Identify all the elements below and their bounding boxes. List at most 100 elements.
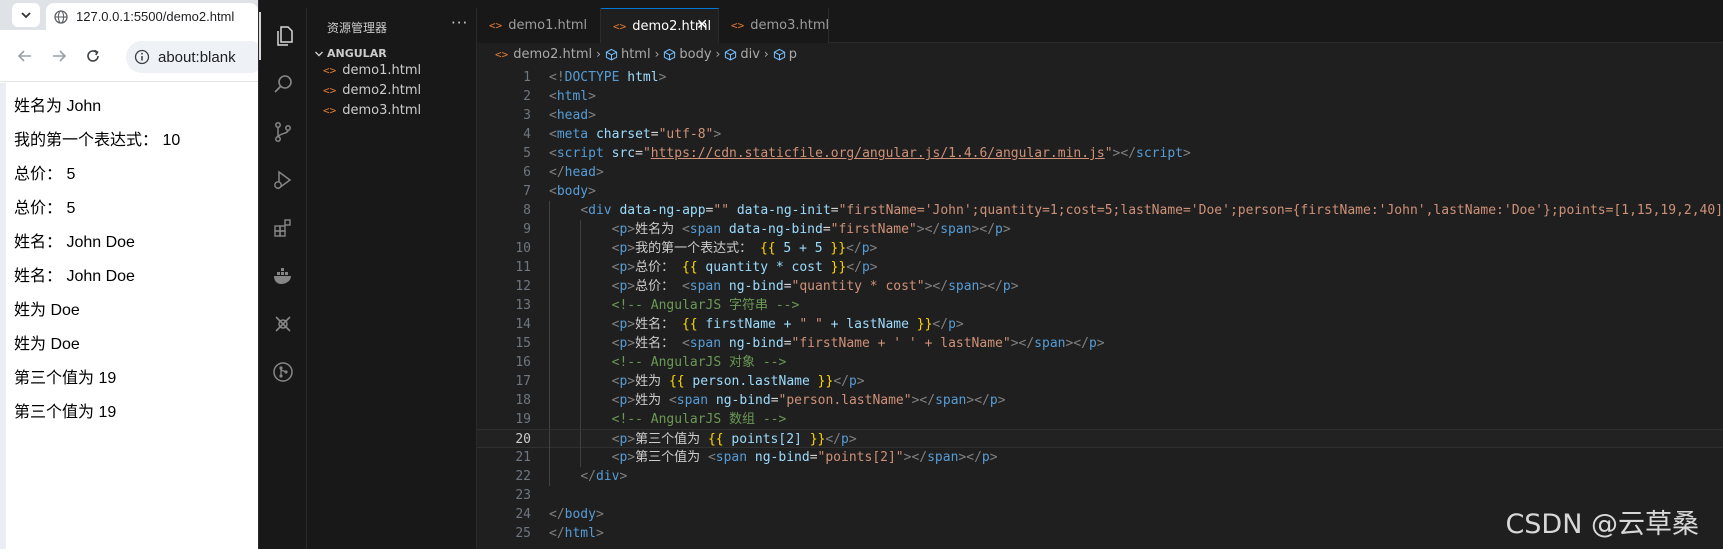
output-line: 姓为 Doe bbox=[14, 302, 80, 319]
close-icon[interactable]: ✕ bbox=[696, 17, 708, 33]
code-line[interactable]: 6 </head> bbox=[477, 163, 1723, 182]
code-token: span bbox=[1034, 336, 1066, 351]
code-line[interactable]: 14 <p>姓名： {{ firstName + " " + lastName }… bbox=[477, 315, 1723, 334]
line-number: 20 bbox=[515, 432, 531, 447]
tab-demo1[interactable]: <> demo1.html bbox=[477, 8, 601, 43]
code-line[interactable]: 8 <div data-ng-app="" data-ng-init="first… bbox=[477, 201, 1723, 220]
code-token: < bbox=[549, 184, 557, 199]
code-token: charset bbox=[595, 127, 651, 142]
code-line[interactable]: 20 <p>第三个值为 {{ points[2] }}</p> bbox=[477, 429, 1723, 449]
code-token: head bbox=[556, 108, 589, 123]
code-text: <!-- AngularJS 数组 --> bbox=[612, 410, 787, 429]
indent-guide bbox=[549, 391, 550, 410]
code-token: {{ bbox=[681, 317, 698, 332]
tools-icon bbox=[275, 316, 291, 332]
browser-tab-demo2[interactable]: 127.0.0.1:5500/demo2.html bbox=[46, 3, 258, 30]
chevron-right-icon: › bbox=[596, 47, 601, 61]
source-control-button[interactable] bbox=[259, 108, 307, 156]
code-line[interactable]: 9 <p>姓名为 <span data-ng-bind="firstName"><… bbox=[477, 220, 1723, 239]
breadcrumb-p[interactable]: p bbox=[773, 47, 797, 62]
code-line[interactable]: 19 <!-- AngularJS 数组 --> bbox=[477, 410, 1723, 429]
code-token: = bbox=[809, 450, 818, 465]
code-line[interactable]: 10 <p>我的第一个表达式： {{ 5 + 5 }}</p> bbox=[477, 239, 1723, 258]
cube-icon bbox=[664, 48, 676, 60]
code-line[interactable]: 17 <p>姓为 {{ person.lastName }}</p> bbox=[477, 372, 1723, 391]
forward-button[interactable] bbox=[46, 43, 72, 69]
code-line[interactable]: 22 </div> bbox=[477, 467, 1723, 486]
tab-demo3[interactable]: <> demo3.html bbox=[719, 8, 829, 43]
code-token: > bbox=[627, 279, 636, 294]
indent-guide bbox=[549, 410, 550, 429]
code-line[interactable]: 4 <meta charset="utf-8"> bbox=[477, 125, 1723, 144]
code-text: <!-- AngularJS 字符串 --> bbox=[612, 296, 800, 315]
tab-demo2[interactable]: <> demo2.html ✕ bbox=[601, 8, 719, 43]
code-line[interactable]: 11 <p>总价： {{ quantity * cost }}</p> bbox=[477, 258, 1723, 277]
remote-explorer-button[interactable] bbox=[259, 300, 307, 348]
code-token: <!-- AngularJS 数组 --> bbox=[611, 412, 787, 427]
code-line[interactable]: 1 <!DOCTYPE html> bbox=[477, 68, 1723, 87]
indent-guide bbox=[549, 201, 550, 220]
code-token: ></ bbox=[966, 393, 990, 408]
code-token: ></ bbox=[911, 393, 936, 408]
arrow-right-icon bbox=[53, 50, 67, 62]
code-token: }} bbox=[809, 432, 826, 447]
code-token: < bbox=[549, 146, 557, 161]
code-line[interactable]: 5 <script src="https://cdn.staticfile.org… bbox=[477, 144, 1723, 163]
code-text: <html> bbox=[549, 87, 596, 106]
tab-search-button[interactable] bbox=[12, 3, 40, 27]
code-token: span bbox=[676, 393, 709, 408]
cube-icon bbox=[605, 48, 618, 60]
source-control-icon bbox=[275, 122, 291, 142]
indent-guide bbox=[580, 410, 582, 429]
reload-button[interactable] bbox=[80, 43, 106, 69]
code-line[interactable]: 13 <!-- AngularJS 字符串 --> bbox=[477, 296, 1723, 315]
breadcrumb-body[interactable]: body bbox=[663, 47, 712, 62]
html-file-icon: <> bbox=[731, 19, 745, 32]
output-line: 总价： 5 bbox=[14, 200, 76, 217]
file-demo2[interactable]: <> demo2.html bbox=[323, 79, 421, 101]
code-token: = bbox=[783, 279, 792, 294]
code-token: span bbox=[948, 279, 980, 294]
indent-guide bbox=[549, 353, 550, 372]
code-token: {{ bbox=[759, 241, 776, 256]
code-line[interactable]: 15 <p>姓名： <span ng-bind="firstName + ' ' … bbox=[477, 334, 1723, 353]
code-token: 总价： bbox=[635, 279, 682, 294]
code-editor[interactable]: 1 <!DOCTYPE html> 2 <html> 3 <head> 4 <meta cha… bbox=[477, 65, 1723, 549]
git-graph-button[interactable] bbox=[259, 348, 307, 396]
explorer-button[interactable] bbox=[259, 12, 307, 60]
indent-guide bbox=[580, 220, 582, 239]
docker-button[interactable] bbox=[259, 252, 307, 300]
back-button[interactable] bbox=[12, 43, 38, 69]
code-line[interactable]: 3 <head> bbox=[477, 106, 1723, 125]
run-debug-button[interactable] bbox=[259, 156, 307, 204]
search-button[interactable] bbox=[259, 60, 307, 108]
globe-icon bbox=[54, 9, 68, 24]
code-line[interactable]: 18 <p>姓为 <span ng-bind="person.lastName">… bbox=[477, 391, 1723, 410]
breadcrumb-html[interactable]: html bbox=[605, 47, 651, 62]
code-line[interactable]: 2 <html> bbox=[477, 87, 1723, 106]
more-actions-button[interactable]: ··· bbox=[451, 14, 468, 32]
code-token: data-ng-app bbox=[619, 203, 706, 218]
extensions-button[interactable] bbox=[259, 204, 307, 252]
indent-guide bbox=[580, 372, 582, 391]
cube-icon bbox=[725, 48, 737, 60]
address-bar[interactable]: about:blank bbox=[126, 41, 266, 73]
code-token: head bbox=[564, 165, 596, 180]
code-token: > bbox=[1002, 222, 1011, 237]
line-number: 14 bbox=[515, 317, 531, 332]
code-line[interactable]: 7 <body> bbox=[477, 182, 1723, 201]
code-line[interactable]: 21 <p>第三个值为 <span ng-bind="points[2]"></s… bbox=[477, 448, 1723, 467]
code-line[interactable]: 16 <!-- AngularJS 对象 --> bbox=[477, 353, 1723, 372]
code-token: 我的第一个表达式： bbox=[635, 241, 760, 256]
code-text: <p>我的第一个表达式： {{ 5 + 5 }}</p> bbox=[612, 239, 878, 258]
code-line[interactable]: 12 <p>总价： <span ng-bind="quantity * cost"… bbox=[477, 277, 1723, 296]
file-demo1[interactable]: <> demo1.html bbox=[323, 59, 421, 81]
extensions-icon bbox=[274, 219, 291, 237]
file-demo3[interactable]: <> demo3.html bbox=[323, 99, 421, 121]
code-token: p bbox=[981, 450, 990, 465]
code-token: > bbox=[627, 432, 636, 447]
indent-guide bbox=[549, 258, 550, 277]
breadcrumb-div[interactable]: div bbox=[724, 47, 760, 62]
breadcrumb-file[interactable]: <> demo2.html bbox=[495, 47, 592, 62]
